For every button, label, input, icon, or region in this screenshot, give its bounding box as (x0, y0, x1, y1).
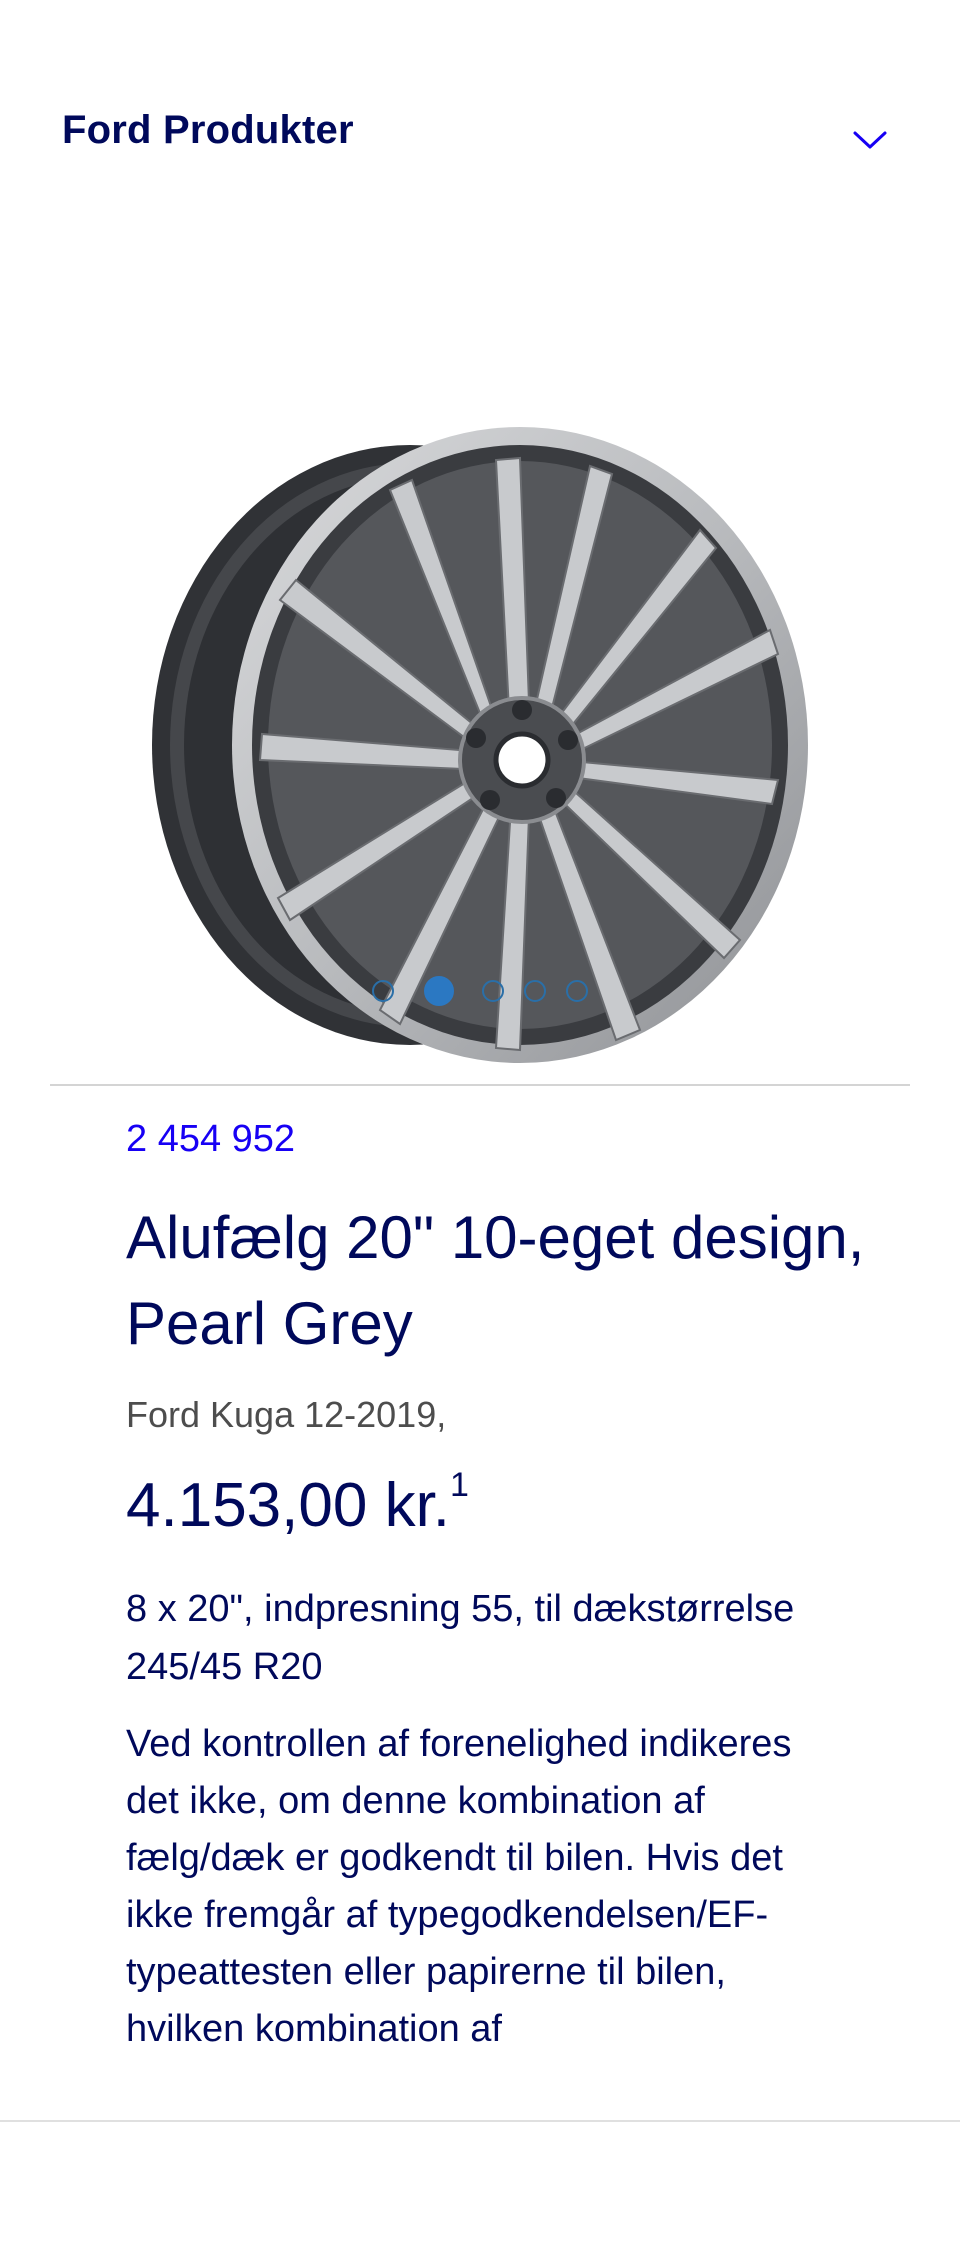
carousel-dot-2[interactable] (424, 976, 454, 1006)
product-title: Alufælg 20" 10-eget design, Pearl Grey (126, 1204, 865, 1357)
carousel-dot-3[interactable] (482, 980, 504, 1002)
price-footnote[interactable]: 1 (450, 1466, 469, 1504)
carousel-dot-5[interactable] (566, 980, 588, 1002)
chevron-down-icon[interactable] (852, 128, 888, 152)
price-value: 4.153,00 kr. (126, 1471, 451, 1540)
header: Ford Produkter (0, 0, 960, 270)
divider (50, 1084, 910, 1086)
price: 4.153,00 kr.1 (126, 1466, 469, 1541)
product-image-gallery[interactable] (0, 400, 960, 1100)
bottom-bar (0, 2120, 960, 2242)
part-number: 2 454 952 (126, 1118, 296, 1160)
product-description: Ved kontrollen af forenelighed indikeres… (126, 1723, 792, 2050)
page-title: Ford Produkter (62, 108, 354, 152)
carousel-dot-4[interactable] (524, 980, 546, 1002)
alloy-wheel-image (152, 427, 808, 1063)
carousel-dot-1[interactable] (372, 980, 394, 1002)
product-specs: 8 x 20", indpresning 55, til dækstørrels… (126, 1588, 795, 1688)
vehicle-model: Ford Kuga 12-2019, (126, 1394, 447, 1435)
